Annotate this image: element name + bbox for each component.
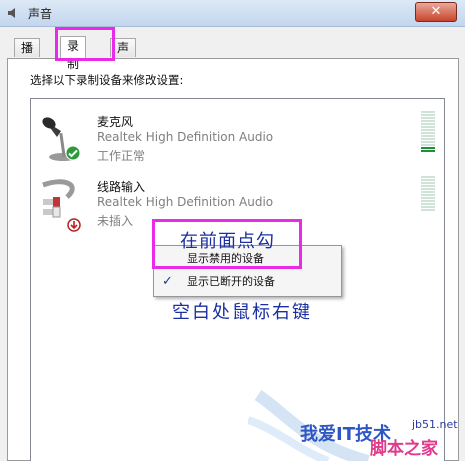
level-meter-bar: [421, 182, 435, 184]
level-meter-bar: [421, 209, 435, 211]
watermark-text-right: 脚本之家: [370, 439, 438, 459]
tab-playback[interactable]: 播放: [14, 38, 41, 73]
level-meter-bar: [421, 111, 435, 113]
annotation-check-in-front: 在前面点勾: [180, 231, 275, 252]
watermark-site: jb51.net: [412, 418, 458, 431]
window-title: 声音: [28, 7, 53, 21]
menu-item-label: 显示已断开的设备: [187, 275, 275, 288]
green-check-badge-icon: [65, 145, 81, 161]
level-meter-bar: [421, 176, 435, 178]
menu-item-show-disconnected-devices[interactable]: ✓ 显示已断开的设备: [154, 271, 341, 293]
tab-highlight-box: [55, 27, 115, 61]
level-meter-bar: [421, 132, 435, 134]
red-down-arrow-badge-icon: [67, 217, 81, 232]
speaker-icon: [6, 6, 20, 20]
level-meter: [421, 176, 435, 212]
level-meter-bar: [421, 203, 435, 205]
level-meter-bar: [421, 114, 435, 116]
level-meter-bar: [421, 144, 435, 146]
level-meter-bar: [421, 123, 435, 125]
level-meter-bar: [421, 188, 435, 190]
level-meter: [421, 111, 435, 153]
level-meter-bar: [421, 147, 435, 149]
level-meter-bar: [421, 120, 435, 122]
line-in-cable-icon: [37, 175, 89, 227]
device-status: 工作正常: [97, 149, 146, 163]
annotation-right-click-blank: 空白处鼠标右键: [172, 302, 312, 323]
sound-dialog: 声音 ✕ 播放 录制 声音 选择以下录制设备来修改设置: 麦克风 Realtek: [0, 0, 465, 461]
level-meter-bar: [421, 117, 435, 119]
level-meter-bar: [421, 200, 435, 202]
level-meter-bar: [421, 197, 435, 199]
level-meter-bar: [421, 138, 435, 140]
device-description: Realtek High Definition Audio: [97, 130, 274, 144]
level-meter-bar: [421, 194, 435, 196]
level-meter-bar: [421, 126, 435, 128]
device-name: 麦克风: [97, 115, 134, 129]
microphone-icon: [37, 111, 89, 163]
check-icon: ✓: [162, 274, 173, 289]
level-meter-bar: [421, 185, 435, 187]
device-name: 线路输入: [97, 180, 146, 194]
level-meter-bar: [421, 206, 435, 208]
device-description: Realtek High Definition Audio: [97, 195, 274, 209]
close-button[interactable]: ✕: [415, 2, 457, 22]
title-bar: 声音 ✕: [0, 0, 465, 27]
instruction-text: 选择以下录制设备来修改设置:: [30, 73, 184, 87]
level-meter-bar: [421, 150, 435, 152]
level-meter-bar: [421, 141, 435, 143]
level-meter-bar: [421, 135, 435, 137]
level-meter-bar: [421, 179, 435, 181]
device-status: 未插入: [97, 214, 134, 228]
level-meter-bar: [421, 129, 435, 131]
level-meter-bar: [421, 191, 435, 193]
